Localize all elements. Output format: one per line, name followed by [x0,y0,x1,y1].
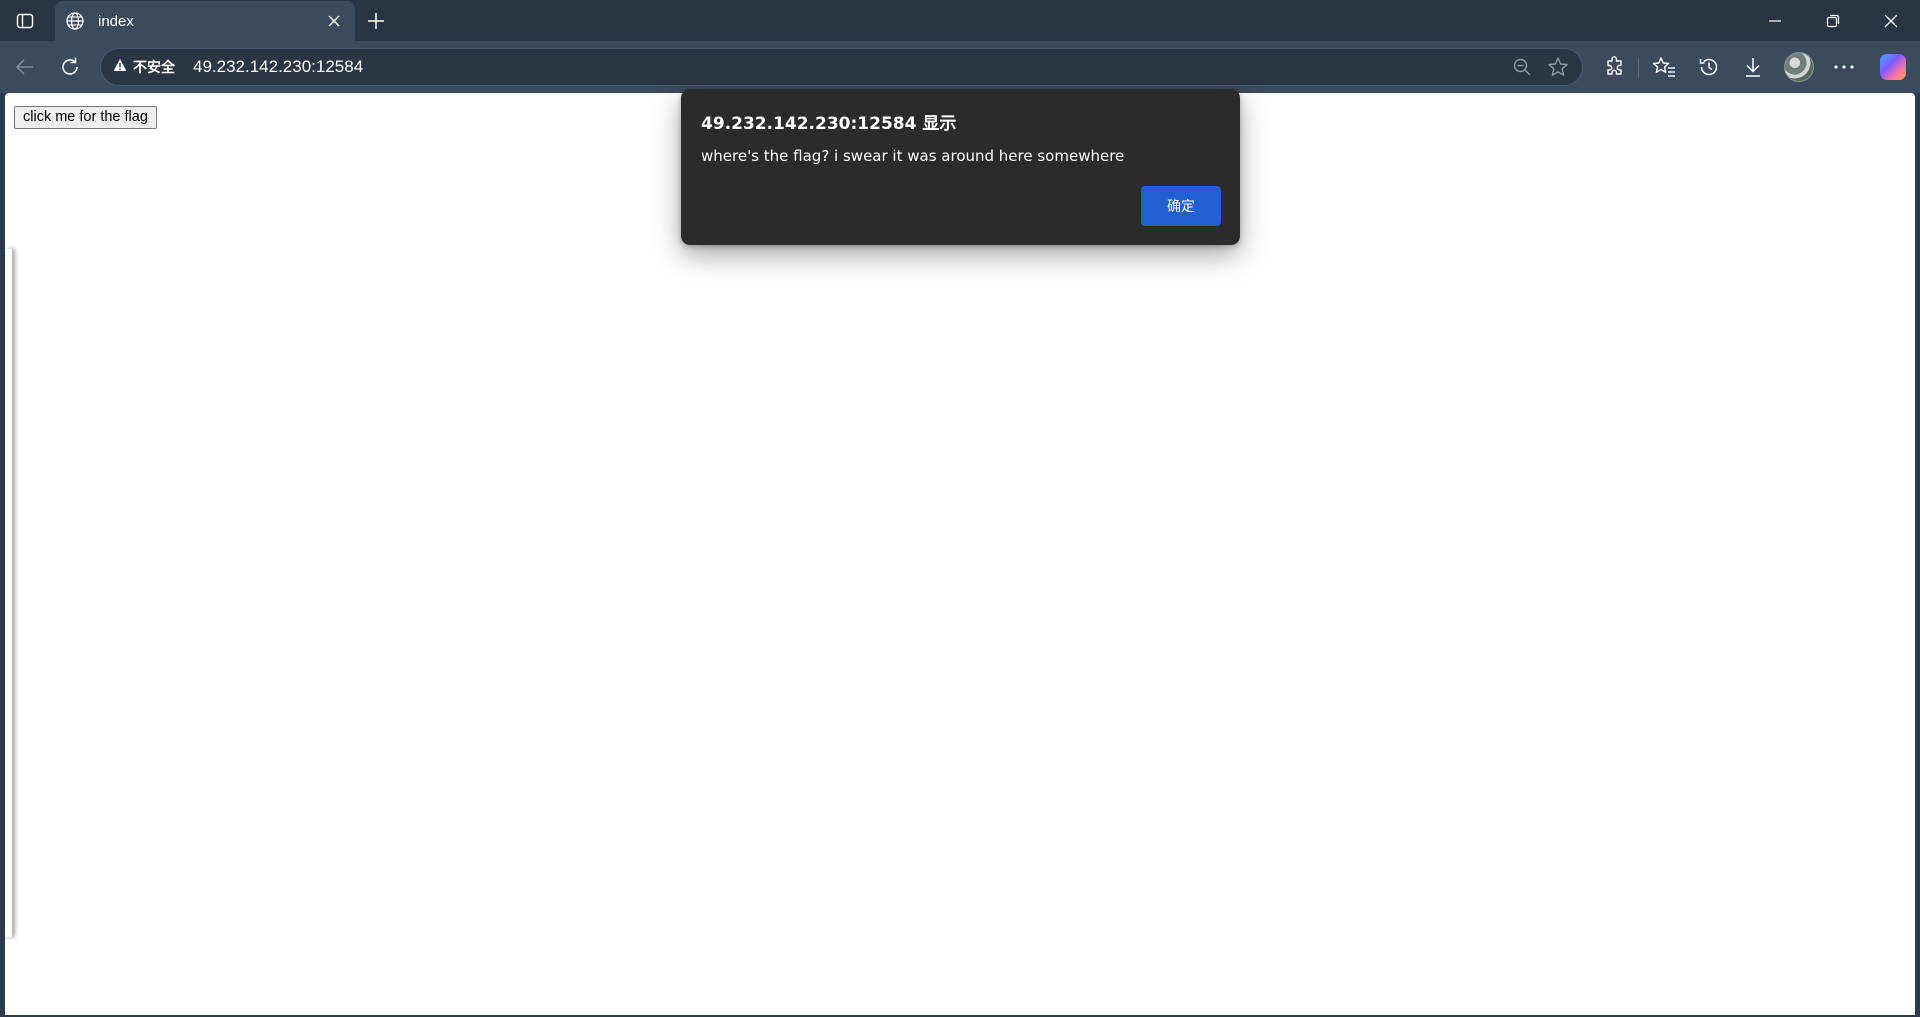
puzzle-icon[interactable] [1599,51,1631,83]
more-icon[interactable] [1828,51,1860,83]
close-icon[interactable] [1862,0,1920,41]
panel-edge [5,249,13,937]
history-icon[interactable] [1693,51,1725,83]
flag-button[interactable]: click me for the flag [14,106,157,129]
alert-dialog: 49.232.142.230:12584 显示 where's the flag… [681,89,1240,245]
tab-actions-icon[interactable] [10,8,40,34]
security-label: 不安全 [133,59,175,75]
plus-icon[interactable] [362,7,390,35]
browser-toolbar: 不安全 49.232.142.230:12584 [0,41,1920,93]
profile-avatar[interactable] [1783,51,1815,83]
ok-button[interactable]: 确定 [1141,186,1221,226]
restore-icon[interactable] [1804,0,1862,41]
dialog-message: where's the flag? i swear it was around … [701,147,1125,165]
security-indicator[interactable]: 不安全 [113,57,175,77]
arrow-left-icon[interactable] [9,51,41,83]
dialog-title: 49.232.142.230:12584 显示 [701,114,957,134]
zoom-out-icon[interactable] [1504,51,1540,83]
tab-strip: index [0,0,1920,41]
star-icon[interactable] [1540,51,1576,83]
globe-icon [64,10,86,32]
tab-index[interactable]: index [55,1,355,41]
warning-icon [113,58,127,77]
minimize-icon[interactable] [1746,0,1804,41]
copilot-icon[interactable] [1877,51,1909,83]
copilot-logo [1880,54,1906,80]
tab-title: index [98,12,134,30]
refresh-icon[interactable] [54,51,86,83]
window-controls [1746,0,1920,41]
address-bar[interactable]: 不安全 49.232.142.230:12584 [100,48,1583,86]
close-icon[interactable] [321,8,347,34]
avatar [1784,52,1814,82]
toolbar-separator [1638,58,1639,78]
url-text[interactable]: 49.232.142.230:12584 [193,57,1504,77]
download-icon[interactable] [1737,51,1769,83]
favorites-icon[interactable] [1648,51,1680,83]
